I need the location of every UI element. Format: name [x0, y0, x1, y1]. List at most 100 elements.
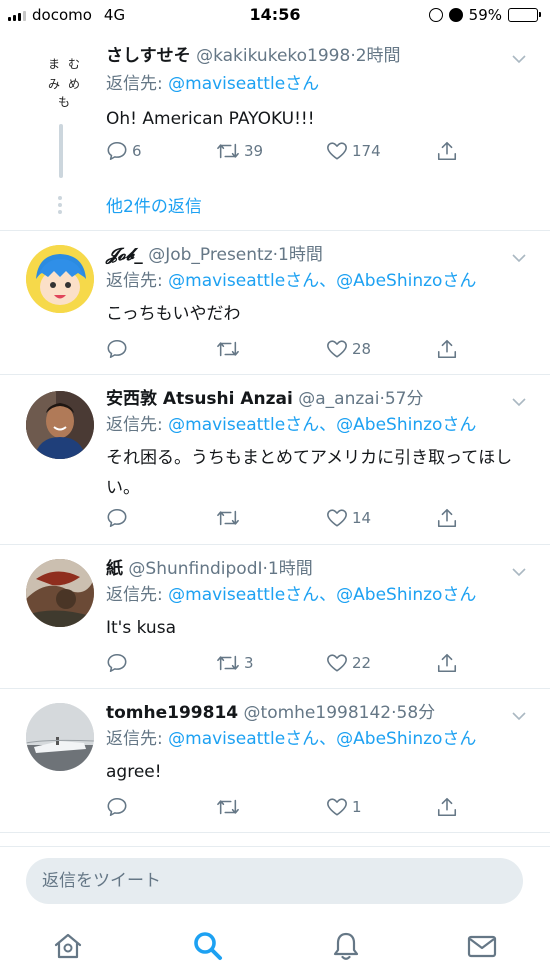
- rotation-lock-icon: [428, 8, 443, 22]
- reply-mentions[interactable]: @maviseattleさん、@AbeShinzoさん: [168, 271, 476, 291]
- reply-mentions[interactable]: @maviseattleさん: [168, 74, 319, 94]
- tweet[interactable]: 𝓙𝓸𝓫_ @Job_Presentz·1時間 返信先: @maviseattle…: [0, 231, 550, 375]
- like-count: 22: [352, 654, 372, 672]
- handle[interactable]: @Job_Presentz: [148, 245, 272, 265]
- share-icon: [437, 653, 457, 673]
- timestamp: 1時間: [278, 245, 323, 265]
- share-icon: [437, 797, 457, 817]
- handle[interactable]: @a_anzai: [298, 389, 379, 409]
- chevron-down-icon[interactable]: [512, 52, 526, 66]
- reply-prefix: 返信先:: [106, 585, 163, 605]
- handle[interactable]: @kakikukeko1998: [196, 46, 350, 66]
- heart-icon: [327, 340, 347, 358]
- retweet-icon: [217, 655, 239, 671]
- display-name[interactable]: 𝓙𝓸𝓫_: [106, 245, 143, 265]
- retweet-count: 39: [244, 142, 264, 160]
- tweet-content: 安西敦 Atsushi Anzai @a_anzai·57分 返信先: @mav…: [106, 387, 530, 503]
- handle[interactable]: @ShunfindipodI: [128, 559, 262, 579]
- tweet-actions: 3 22: [106, 652, 466, 678]
- reply-icon: [107, 653, 127, 673]
- reply-action[interactable]: 6: [106, 140, 142, 162]
- reply-mentions[interactable]: @maviseattleさん、@AbeShinzoさん: [168, 729, 476, 749]
- avatar[interactable]: [26, 703, 94, 771]
- status-right: 59%: [428, 6, 541, 24]
- reply-action[interactable]: [106, 652, 132, 674]
- display-name[interactable]: tomhe199814: [106, 703, 238, 723]
- tweet[interactable]: 紙 @ShunfindipodI·1時間 返信先: @maviseattleさん…: [0, 545, 550, 689]
- reply-prefix: 返信先:: [106, 271, 163, 291]
- share-icon: [437, 339, 457, 359]
- chevron-down-icon[interactable]: [512, 251, 526, 265]
- alarm-icon: [448, 8, 463, 22]
- reply-input[interactable]: 返信をツイート: [26, 858, 523, 904]
- handle[interactable]: @tomhe1998142: [244, 703, 392, 723]
- tweet-header: 紙 @ShunfindipodI·1時間: [106, 559, 313, 579]
- display-name[interactable]: 紙: [106, 559, 123, 579]
- chevron-down-icon[interactable]: [512, 395, 526, 409]
- like-action[interactable]: 1: [326, 796, 362, 818]
- display-name[interactable]: さしすせそ: [106, 46, 191, 66]
- retweet-icon: [217, 341, 239, 357]
- reply-composer: 返信をツイート: [0, 846, 550, 916]
- avatar[interactable]: む ま め み も: [26, 48, 94, 116]
- tweet-text: それ困る。うちもまとめてアメリカに引き取ってほしい。: [106, 448, 513, 498]
- tweet-actions: 6 39 174: [106, 140, 466, 166]
- reply-action[interactable]: [106, 796, 132, 818]
- share-action[interactable]: [436, 796, 458, 818]
- avatar[interactable]: [26, 245, 94, 313]
- reply-action[interactable]: [106, 338, 132, 360]
- reply-action[interactable]: [106, 507, 132, 529]
- chevron-down-icon[interactable]: [512, 709, 526, 723]
- tweet-thread-top[interactable]: む ま め み も さしすせそ @kakikukeko1998·2時間 返信先:…: [0, 30, 550, 231]
- retweet-action[interactable]: [216, 507, 244, 529]
- like-action[interactable]: 28: [326, 338, 371, 360]
- home-icon[interactable]: [52, 930, 84, 962]
- mail-icon[interactable]: [466, 930, 498, 962]
- share-action[interactable]: [436, 507, 458, 529]
- chevron-down-icon[interactable]: [512, 565, 526, 579]
- like-action[interactable]: 174: [326, 140, 381, 162]
- avatar[interactable]: [26, 391, 94, 459]
- reply-count: 6: [132, 142, 142, 160]
- search-icon[interactable]: [192, 930, 224, 962]
- share-action[interactable]: [436, 652, 458, 674]
- avatar[interactable]: [26, 559, 94, 627]
- battery-percent: 59%: [468, 6, 502, 24]
- avatar-char: も: [58, 95, 70, 109]
- retweet-icon: [217, 143, 239, 159]
- retweet-action[interactable]: 3: [216, 652, 254, 674]
- share-action[interactable]: [436, 338, 458, 360]
- share-icon: [437, 141, 457, 161]
- retweet-action[interactable]: [216, 338, 244, 360]
- like-count: 174: [352, 142, 381, 160]
- reply-mentions[interactable]: @maviseattleさん、@AbeShinzoさん: [168, 415, 476, 435]
- tweet-header: tomhe199814 @tomhe1998142·58分: [106, 703, 436, 723]
- tweet-header: 安西敦 Atsushi Anzai @a_anzai·57分: [106, 389, 424, 409]
- share-action[interactable]: [436, 140, 458, 162]
- thread-dots: [58, 196, 64, 217]
- retweet-action[interactable]: 39: [216, 140, 263, 162]
- tweet-actions: 1: [106, 796, 466, 822]
- avatar-char: む: [68, 57, 80, 71]
- reply-to: 返信先: @maviseattleさん、@AbeShinzoさん: [106, 269, 530, 293]
- tweet-content: さしすせそ @kakikukeko1998·2時間 返信先: @maviseat…: [106, 44, 530, 134]
- avatar-char: ま: [48, 57, 60, 71]
- reply-mentions[interactable]: @maviseattleさん、@AbeShinzoさん: [168, 585, 476, 605]
- like-count: 1: [352, 798, 362, 816]
- timestamp: 58分: [396, 703, 436, 723]
- tweet-actions: 28: [106, 338, 466, 364]
- tweet-content: 𝓙𝓸𝓫_ @Job_Presentz·1時間 返信先: @maviseattle…: [106, 243, 530, 329]
- like-action[interactable]: 14: [326, 507, 371, 529]
- like-action[interactable]: 22: [326, 652, 371, 674]
- thread-line: [59, 124, 63, 178]
- reply-prefix: 返信先:: [106, 415, 163, 435]
- reply-icon: [107, 339, 127, 359]
- bell-icon[interactable]: [330, 930, 362, 962]
- reply-to: 返信先: @maviseattleさん、@AbeShinzoさん: [106, 413, 530, 437]
- display-name[interactable]: 安西敦 Atsushi Anzai: [106, 389, 293, 409]
- tweet[interactable]: 安西敦 Atsushi Anzai @a_anzai·57分 返信先: @mav…: [0, 375, 550, 545]
- reply-to: 返信先: @maviseattleさん: [106, 72, 530, 96]
- retweet-action[interactable]: [216, 796, 244, 818]
- more-replies-link[interactable]: 他2件の返信: [106, 192, 202, 217]
- tweet[interactable]: tomhe199814 @tomhe1998142·58分 返信先: @mavi…: [0, 689, 550, 833]
